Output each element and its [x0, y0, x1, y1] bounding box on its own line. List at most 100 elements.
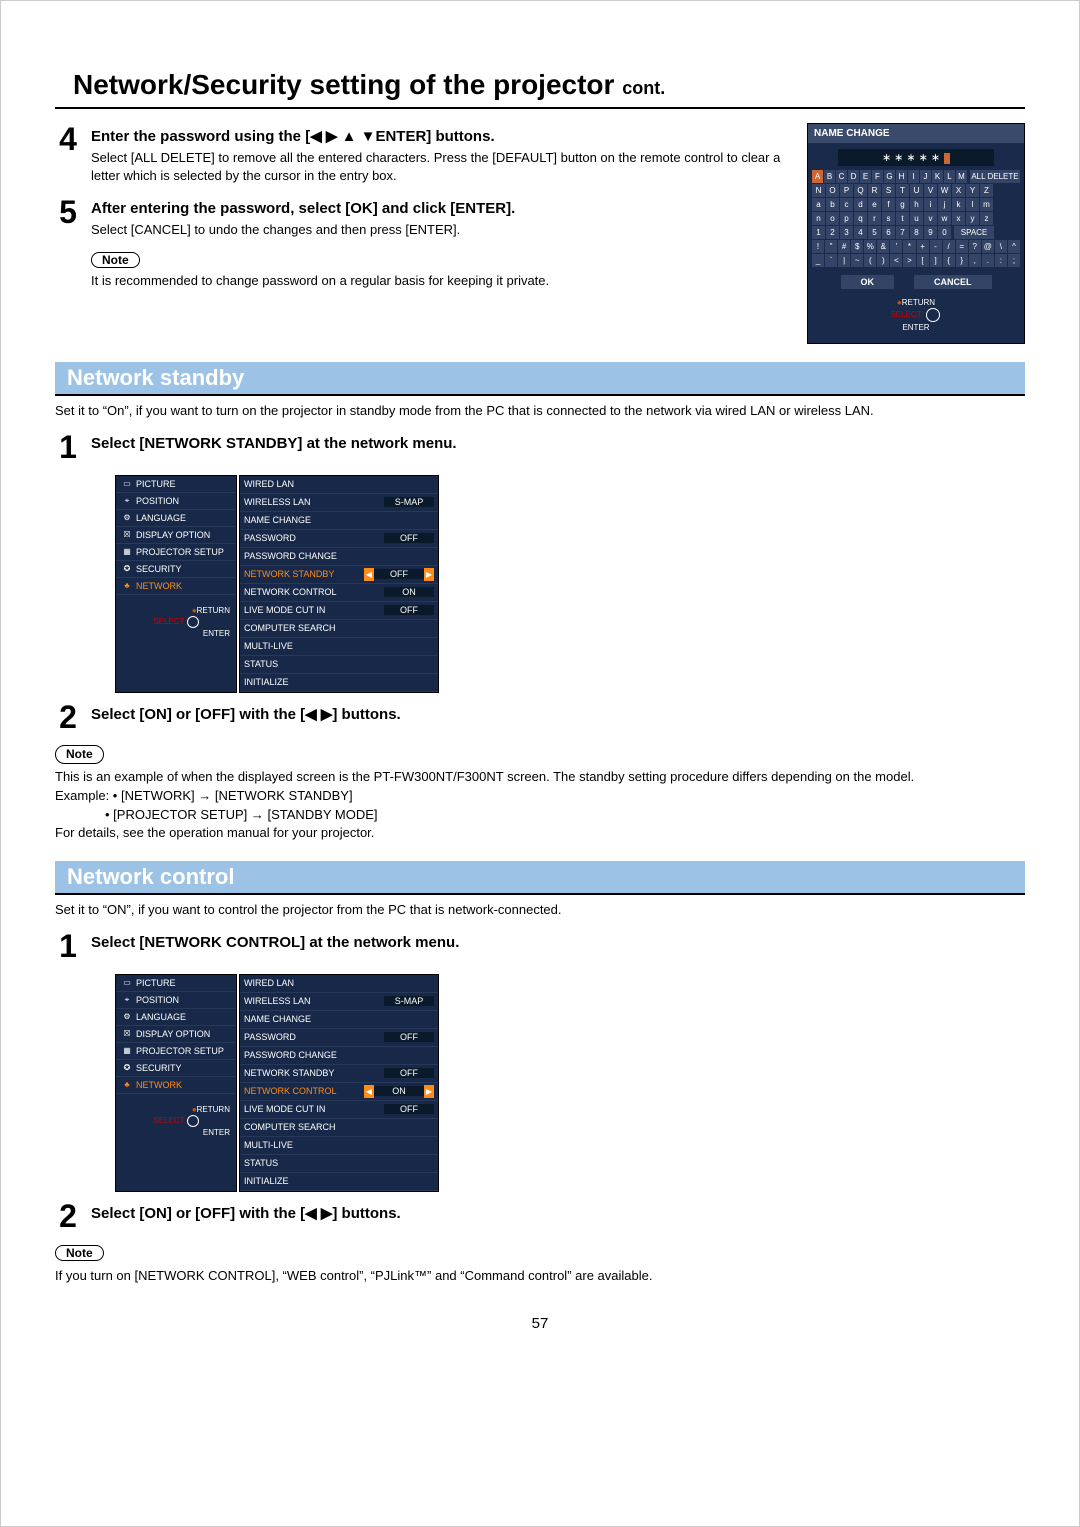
menu-left-item[interactable]: ✪SECURITY — [116, 561, 236, 578]
menu-right-item[interactable]: PASSWORDOFF — [240, 530, 438, 548]
menu-right-item[interactable]: WIRELESS LANS-MAP — [240, 993, 438, 1011]
osk-key[interactable]: O — [826, 184, 839, 197]
osk-key[interactable]: D — [848, 170, 859, 183]
menu-right-item[interactable]: STATUS — [240, 1155, 438, 1173]
osk-key[interactable]: r — [868, 212, 881, 225]
arrow-left-icon[interactable]: ◀ — [364, 1085, 374, 1098]
osk-key[interactable]: C — [836, 170, 847, 183]
osk-key[interactable]: ( — [864, 254, 876, 267]
menu-right-item[interactable]: PASSWORD CHANGE — [240, 1047, 438, 1065]
osk-key[interactable]: - — [930, 240, 942, 253]
osk-key[interactable]: ? — [969, 240, 981, 253]
menu-right-item[interactable]: NAME CHANGE — [240, 1011, 438, 1029]
osk-key[interactable]: 0 — [938, 226, 951, 239]
osk-key[interactable]: I — [908, 170, 919, 183]
osk-key[interactable]: w — [938, 212, 951, 225]
osk-key[interactable]: s — [882, 212, 895, 225]
osk-key[interactable]: g — [896, 198, 909, 211]
osk-key[interactable]: \ — [995, 240, 1007, 253]
osk-key[interactable]: e — [868, 198, 881, 211]
menu-left-item[interactable]: ▦PROJECTOR SETUP — [116, 544, 236, 561]
osk-key[interactable]: ~ — [851, 254, 863, 267]
osk-key[interactable]: 4 — [854, 226, 867, 239]
osk-key[interactable]: z — [980, 212, 993, 225]
osk-key[interactable]: 9 — [924, 226, 937, 239]
osk-key[interactable]: b — [826, 198, 839, 211]
menu-left-item[interactable]: ♣NETWORK — [116, 1077, 236, 1094]
osk-ok-button[interactable]: OK — [841, 275, 895, 289]
menu-right-item[interactable]: NETWORK STANDBY◀OFF▶ — [240, 566, 438, 584]
menu-right-item[interactable]: PASSWORDOFF — [240, 1029, 438, 1047]
osk-key[interactable]: n — [812, 212, 825, 225]
arrow-right-icon[interactable]: ▶ — [424, 1085, 434, 1098]
menu-right-item[interactable]: WIRELESS LANS-MAP — [240, 494, 438, 512]
osk-key[interactable]: Y — [966, 184, 979, 197]
menu-right-item[interactable]: WIRED LAN — [240, 975, 438, 993]
osk-key[interactable]: u — [910, 212, 923, 225]
osk-key[interactable]: ^ — [1008, 240, 1020, 253]
osk-key[interactable]: { — [943, 254, 955, 267]
osk-key[interactable]: h — [910, 198, 923, 211]
osk-key[interactable]: 5 — [868, 226, 881, 239]
arrow-left-icon[interactable]: ◀ — [364, 568, 374, 581]
osk-key[interactable]: V — [924, 184, 937, 197]
menu-left-item[interactable]: ✪SECURITY — [116, 1060, 236, 1077]
osk-key[interactable]: m — [980, 198, 993, 211]
menu-right-item[interactable]: MULTI-LIVE — [240, 1137, 438, 1155]
menu-right-item[interactable]: NETWORK CONTROL◀ON▶ — [240, 1083, 438, 1101]
osk-cancel-button[interactable]: CANCEL — [914, 275, 992, 289]
osk-key[interactable]: J — [920, 170, 931, 183]
osk-key[interactable]: ] — [930, 254, 942, 267]
osk-key[interactable]: o — [826, 212, 839, 225]
osk-key[interactable]: / — [943, 240, 955, 253]
osk-key[interactable]: _ — [812, 254, 824, 267]
osk-key[interactable]: Z — [980, 184, 993, 197]
osk-key[interactable]: v — [924, 212, 937, 225]
menu-left-item[interactable]: ▦PROJECTOR SETUP — [116, 1043, 236, 1060]
osk-key[interactable]: ) — [877, 254, 889, 267]
osk-key[interactable]: M — [956, 170, 967, 183]
osk-key[interactable]: G — [884, 170, 895, 183]
osk-key[interactable]: @ — [982, 240, 994, 253]
osk-key[interactable]: > — [903, 254, 915, 267]
osk-key[interactable]: H — [896, 170, 907, 183]
osk-key[interactable]: U — [910, 184, 923, 197]
osk-key[interactable]: p — [840, 212, 853, 225]
osk-key[interactable]: y — [966, 212, 979, 225]
osk-key[interactable]: Q — [854, 184, 867, 197]
osk-key[interactable]: , — [969, 254, 981, 267]
menu-left-item[interactable]: ♣NETWORK — [116, 578, 236, 595]
menu-right-item[interactable]: NETWORK STANDBYOFF — [240, 1065, 438, 1083]
osk-key[interactable]: 8 — [910, 226, 923, 239]
osk-key[interactable]: k — [952, 198, 965, 211]
menu-right-item[interactable]: COMPUTER SEARCH — [240, 620, 438, 638]
osk-key[interactable]: t — [896, 212, 909, 225]
osk-key[interactable]: S — [882, 184, 895, 197]
menu-left-item[interactable]: ☒DISPLAY OPTION — [116, 527, 236, 544]
menu-right-item[interactable]: STATUS — [240, 656, 438, 674]
osk-key[interactable]: A — [812, 170, 823, 183]
osk-key[interactable]: f — [882, 198, 895, 211]
menu-right-item[interactable]: INITIALIZE — [240, 1173, 438, 1191]
osk-key[interactable]: F — [872, 170, 883, 183]
osk-key[interactable]: P — [840, 184, 853, 197]
osk-key[interactable]: 7 — [896, 226, 909, 239]
menu-left-item[interactable]: ⌖POSITION — [116, 992, 236, 1009]
menu-left-item[interactable]: ⚙LANGUAGE — [116, 510, 236, 527]
menu-right-item[interactable]: PASSWORD CHANGE — [240, 548, 438, 566]
menu-right-item[interactable]: COMPUTER SEARCH — [240, 1119, 438, 1137]
osk-key[interactable]: x — [952, 212, 965, 225]
osk-key[interactable]: ; — [1008, 254, 1020, 267]
osk-key[interactable]: i — [924, 198, 937, 211]
osk-key[interactable]: 1 — [812, 226, 825, 239]
arrow-right-icon[interactable]: ▶ — [424, 568, 434, 581]
osk-key[interactable]: j — [938, 198, 951, 211]
osk-key[interactable]: < — [890, 254, 902, 267]
osk-key[interactable]: % — [864, 240, 876, 253]
osk-key[interactable]: * — [903, 240, 915, 253]
osk-key[interactable]: d — [854, 198, 867, 211]
osk-key[interactable]: [ — [917, 254, 929, 267]
osk-key[interactable]: c — [840, 198, 853, 211]
menu-left-item[interactable]: ☒DISPLAY OPTION — [116, 1026, 236, 1043]
osk-key[interactable]: } — [956, 254, 968, 267]
